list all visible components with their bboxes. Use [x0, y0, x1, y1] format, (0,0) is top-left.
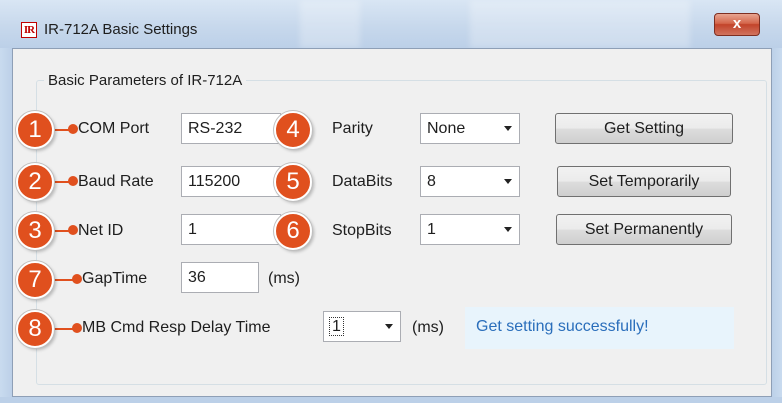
- stopbits-value: 1: [427, 221, 436, 238]
- baud-rate-select[interactable]: 115200: [181, 166, 281, 197]
- mb-delay-label: MB Cmd Resp Delay Time: [82, 319, 271, 336]
- callout-badge-4: 4: [274, 111, 312, 149]
- app-logo-icon: IR: [21, 22, 37, 38]
- callout-dot: [72, 323, 82, 333]
- chevron-down-icon: [504, 227, 512, 232]
- callout-dot: [72, 274, 82, 284]
- callout-badge-3: 3: [16, 212, 54, 250]
- window-frame-bottom: [0, 397, 782, 403]
- chevron-down-icon: [504, 179, 512, 184]
- mb-delay-unit: (ms): [412, 319, 444, 336]
- group-title: Basic Parameters of IR-712A: [44, 72, 247, 89]
- parity-label: Parity: [332, 120, 373, 137]
- net-id-value: 1: [188, 221, 197, 238]
- status-message: Get setting successfully!: [476, 318, 649, 335]
- baud-rate-value: 115200: [188, 173, 241, 190]
- databits-select[interactable]: 8: [420, 166, 520, 197]
- net-id-select[interactable]: 1: [181, 214, 281, 245]
- stopbits-select[interactable]: 1: [420, 214, 520, 245]
- window-frame-left: [0, 48, 12, 403]
- window-frame-right: [772, 48, 782, 403]
- gaptime-unit: (ms): [268, 270, 300, 287]
- com-port-value: RS-232: [188, 120, 243, 137]
- get-setting-button[interactable]: Get Setting: [555, 113, 733, 144]
- databits-label: DataBits: [332, 173, 393, 190]
- close-button[interactable]: x: [714, 13, 760, 36]
- callout-dot: [68, 124, 78, 134]
- databits-value: 8: [427, 173, 436, 190]
- callout-badge-1: 1: [16, 111, 54, 149]
- com-port-label: COM Port: [78, 120, 150, 137]
- net-id-label: Net ID: [78, 222, 124, 239]
- callout-badge-2: 2: [16, 163, 54, 201]
- gaptime-label: GapTime: [82, 270, 148, 287]
- mb-delay-value: 1: [329, 317, 344, 336]
- chevron-down-icon: [385, 324, 393, 329]
- callout-badge-8: 8: [16, 310, 54, 348]
- chevron-down-icon: [504, 126, 512, 131]
- close-icon: x: [732, 15, 742, 32]
- parity-value: None: [427, 120, 466, 137]
- set-temporarily-button[interactable]: Set Temporarily: [557, 166, 731, 197]
- titlebar-reflection: [300, 0, 360, 48]
- stopbits-label: StopBits: [332, 222, 392, 239]
- callout-dot: [68, 225, 78, 235]
- callout-dot: [68, 176, 78, 186]
- callout-badge-7: 7: [16, 261, 54, 299]
- callout-badge-5: 5: [274, 163, 312, 201]
- callout-badge-6: 6: [274, 212, 312, 250]
- window-title: IR-712A Basic Settings: [44, 21, 198, 38]
- status-panel: Get setting successfully!: [465, 307, 734, 349]
- set-permanently-button[interactable]: Set Permanently: [556, 214, 732, 245]
- mb-delay-select[interactable]: 1: [323, 311, 401, 342]
- com-port-select[interactable]: RS-232: [181, 113, 281, 144]
- gaptime-input[interactable]: 36: [181, 262, 259, 293]
- titlebar-reflection: [470, 0, 690, 48]
- parity-select[interactable]: None: [420, 113, 520, 144]
- baud-rate-label: Baud Rate: [78, 173, 154, 190]
